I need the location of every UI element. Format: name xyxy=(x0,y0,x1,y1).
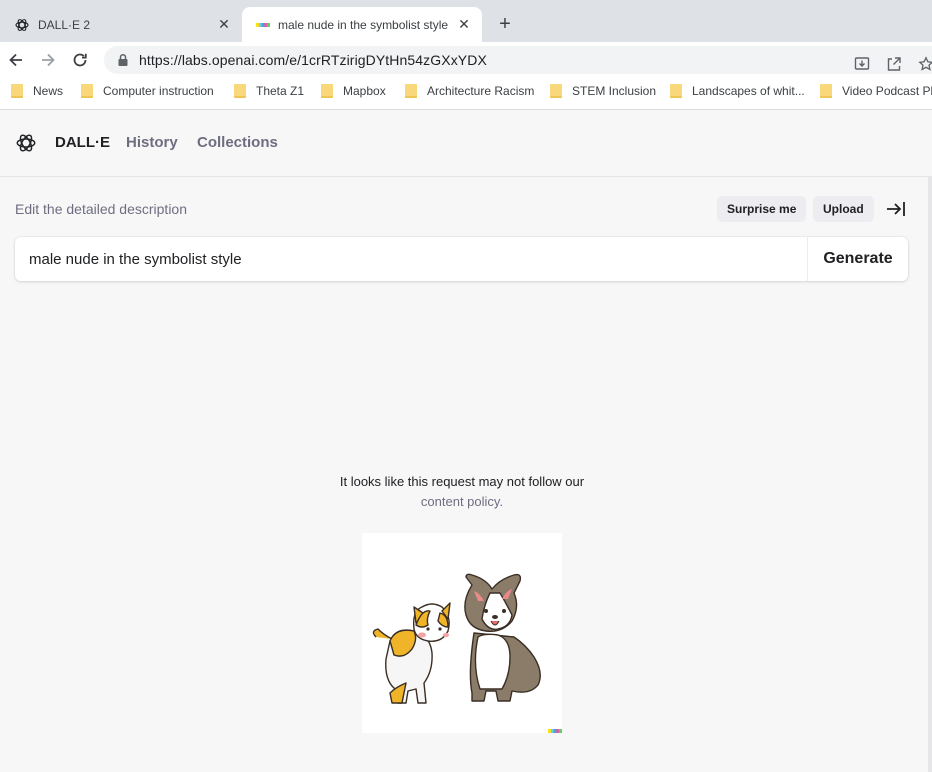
dalle-favicon-icon xyxy=(256,22,270,27)
back-button[interactable] xyxy=(4,48,28,72)
corgi-and-kitten-illustration xyxy=(372,573,541,704)
arrow-left-icon xyxy=(9,53,22,67)
forward-button[interactable] xyxy=(36,48,60,72)
bookmark-landscapes[interactable]: Landscapes of whit... xyxy=(670,84,805,98)
bookmark-theta-z1[interactable]: Theta Z1 xyxy=(234,84,304,98)
nav-dalle[interactable]: DALL·E xyxy=(55,134,110,151)
install-icon[interactable] xyxy=(852,54,872,74)
folder-icon xyxy=(670,84,682,98)
tab-close-icon[interactable]: ✕ xyxy=(216,16,232,33)
address-bar[interactable]: https://labs.openai.com/e/1crRTzirigDYtH… xyxy=(104,46,932,74)
scrollbar-track[interactable] xyxy=(928,176,932,772)
tab-dalle2[interactable]: DALL·E 2 ✕ xyxy=(0,7,242,42)
reload-icon xyxy=(73,53,87,67)
bookmark-news[interactable]: News xyxy=(11,84,63,98)
bookmark-label: Mapbox xyxy=(343,84,386,98)
bookmarks-bar: News Computer instruction Theta Z1 Mapbo… xyxy=(0,77,932,110)
folder-icon xyxy=(11,84,23,98)
prompt-box: Generate xyxy=(15,237,908,281)
bookmark-label: STEM Inclusion xyxy=(572,84,657,98)
bookmark-video-podcast[interactable]: Video Podcast Pl xyxy=(820,84,932,98)
dalle-signature-strip xyxy=(548,729,562,733)
folder-icon xyxy=(550,84,562,98)
bookmark-stem-inclusion[interactable]: STEM Inclusion xyxy=(550,84,656,98)
reload-button[interactable] xyxy=(68,48,92,72)
generate-button[interactable]: Generate xyxy=(807,237,908,281)
folder-icon xyxy=(234,84,246,98)
share-icon[interactable] xyxy=(884,54,904,74)
bookmark-label: Architecture Racism xyxy=(427,84,535,98)
folder-icon xyxy=(81,84,93,98)
bookmark-architecture-racism[interactable]: Architecture Racism xyxy=(405,84,534,98)
star-icon[interactable] xyxy=(916,54,932,74)
upload-button[interactable]: Upload xyxy=(813,196,874,222)
new-tab-button[interactable]: + xyxy=(494,13,516,35)
folder-icon xyxy=(405,84,417,98)
nav-collections[interactable]: Collections xyxy=(197,134,278,151)
content-policy-link[interactable]: content policy. xyxy=(0,494,924,509)
arrow-right-icon xyxy=(42,53,55,67)
tab-current[interactable]: male nude in the symbolist style ✕ xyxy=(242,7,482,42)
lock-icon[interactable] xyxy=(117,53,129,67)
bookmark-label: Video Podcast Pl xyxy=(842,84,932,98)
tab-title: male nude in the symbolist style xyxy=(278,17,449,32)
bookmark-computer-instruction[interactable]: Computer instruction xyxy=(81,84,214,98)
tab-title: DALL·E 2 xyxy=(38,17,91,32)
bookmark-label: Theta Z1 xyxy=(256,84,305,98)
bookmark-label: Landscapes of whit... xyxy=(692,84,805,98)
collapse-panel-icon[interactable] xyxy=(885,199,907,219)
folder-icon xyxy=(820,84,832,98)
surprise-me-button[interactable]: Surprise me xyxy=(717,196,807,222)
policy-illustration xyxy=(362,533,562,733)
bookmark-label: News xyxy=(33,84,64,98)
url-text[interactable]: https://labs.openai.com/e/1crRTzirigDYtH… xyxy=(139,52,487,68)
kitten-icon xyxy=(372,602,451,704)
edit-description-label: Edit the detailed description xyxy=(15,201,187,217)
bookmark-label: Computer instruction xyxy=(103,84,214,98)
policy-message: It looks like this request may not follo… xyxy=(339,474,585,489)
folder-icon xyxy=(321,84,333,98)
tab-close-icon[interactable]: ✕ xyxy=(456,16,472,33)
tab-strip: DALL·E 2 ✕ male nude in the symbolist st… xyxy=(0,0,932,42)
openai-logo-icon[interactable] xyxy=(15,132,37,154)
app-header: DALL·E History Collections xyxy=(0,110,932,177)
nav-history[interactable]: History xyxy=(126,134,178,151)
bookmark-mapbox[interactable]: Mapbox xyxy=(321,84,386,98)
browser-toolbar: https://labs.openai.com/e/1crRTzirigDYtH… xyxy=(0,42,932,77)
openai-favicon-icon xyxy=(15,18,29,31)
prompt-input[interactable] xyxy=(15,237,808,281)
